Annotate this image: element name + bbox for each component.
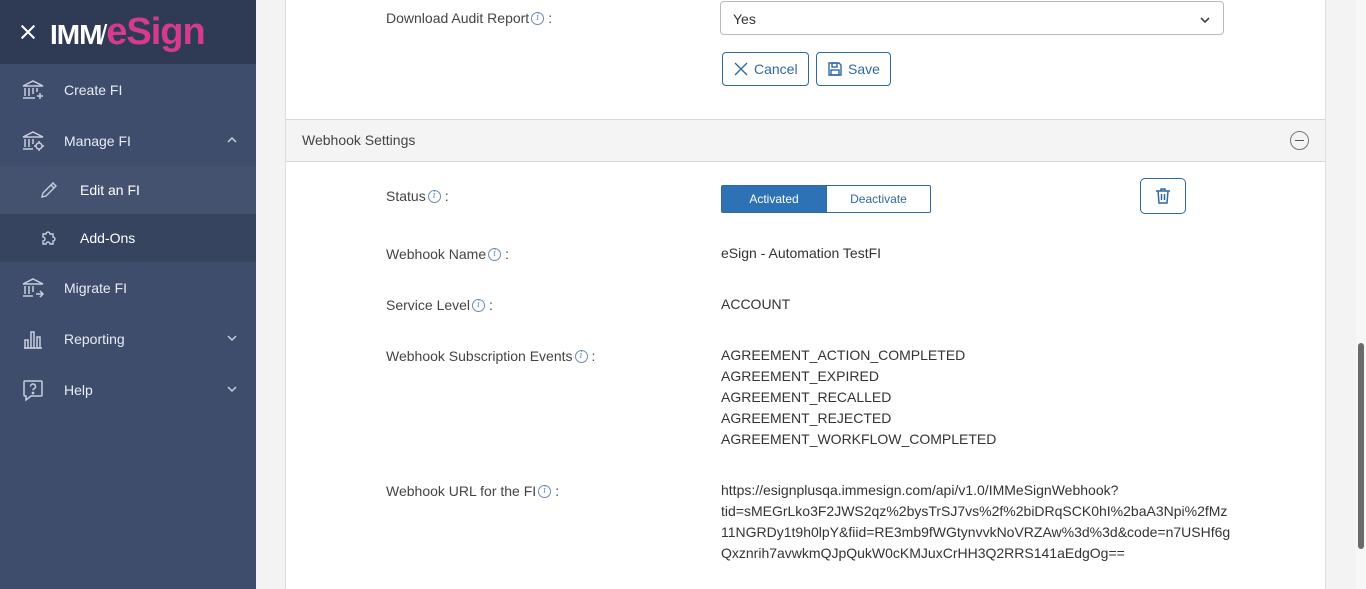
bank-gear-icon [20,128,46,154]
service-level-value: ACCOUNT [721,296,791,312]
sidebar-item-create-fi[interactable]: Create FI [0,64,256,115]
sidebar-item-manage-fi[interactable]: Manage FI [0,115,256,166]
info-icon[interactable]: i [531,11,545,25]
chevron-up-icon [226,133,238,145]
info-icon[interactable]: i [472,298,486,312]
cancel-button-label: Cancel [754,61,798,77]
label-colon: : [548,10,553,26]
collapse-minus-icon[interactable] [1290,131,1309,150]
event-item: AGREEMENT_EXPIRED [721,368,879,384]
scrollbar[interactable] [1356,0,1366,589]
subscription-events-label: Webhook Subscription Events i : [386,348,595,364]
event-item: AGREEMENT_ACTION_COMPLETED [721,347,966,363]
sidebar-item-label: Reporting [64,330,125,347]
service-level-label: Service Level i : [386,297,493,313]
info-icon[interactable]: i [538,484,552,498]
status-label-text: Status [386,188,426,204]
label-colon: : [555,483,560,499]
info-icon[interactable]: i [488,247,502,261]
url-line: 11NGRDy1t9h0lpY&fiid=RE3mb9fWGtynvvkNoVR… [721,524,1231,540]
floppy-disk-icon [828,62,842,76]
bar-chart-icon [20,326,46,352]
deactivate-button[interactable]: Deactivate [826,186,930,212]
chevron-down-icon [226,331,238,343]
label-colon: : [591,348,596,364]
audit-report-select[interactable]: Yes [720,1,1224,35]
event-item: AGREEMENT_REJECTED [721,410,892,426]
logo-imm: IMM [50,18,102,50]
sidebar-item-reporting[interactable]: Reporting [0,313,256,364]
event-item: AGREEMENT_RECALLED [721,389,892,405]
logo-slash: / [99,18,107,50]
sidebar-item-label: Manage FI [64,132,131,149]
logo-esign: eSign [106,10,205,53]
audit-report-label: Download Audit Report i : [386,10,552,26]
sidebar-subitem-edit-fi[interactable]: Edit an FI [0,166,256,214]
audit-report-selected-value: Yes [733,11,756,27]
webhook-url-label-text: Webhook URL for the FI [386,483,537,499]
bank-plus-icon [20,77,46,103]
scrollbar-thumb[interactable] [1358,343,1364,549]
chevron-down-icon [1199,13,1211,29]
sidebar-item-label: Help [64,381,93,398]
webhook-url-value: https://esignplusqa.immesign.com/api/v1.… [721,480,1230,564]
delete-webhook-button[interactable] [1140,178,1186,214]
webhook-name-label: Webhook Name i : [386,246,509,262]
webhook-name-value: eSign - Automation TestFI [721,245,882,261]
info-icon[interactable]: i [427,189,441,203]
sidebar-item-help[interactable]: Help [0,364,256,415]
event-item: AGREEMENT_WORKFLOW_COMPLETED [721,431,997,447]
chevron-down-icon [226,382,238,394]
help-bubble-icon [20,377,46,403]
url-line: tid=sMEGrLko3F2JWS2qz%2bysTrSJ7vs%2f%2bi… [721,503,1228,519]
close-icon[interactable] [18,22,38,42]
settings-card: Download Audit Report i : Yes Cancel Sav… [285,0,1326,589]
label-colon: : [505,246,510,262]
activated-button[interactable]: Activated [722,186,826,212]
webhook-url-label: Webhook URL for the FI i : [386,483,559,499]
sidebar-item-migrate-fi[interactable]: Migrate FI [0,262,256,313]
brand-bar: IMM / eSign [0,0,256,64]
info-icon[interactable]: i [574,349,588,363]
audit-report-label-text: Download Audit Report [386,10,530,26]
webhook-name-label-text: Webhook Name [386,246,487,262]
label-colon: : [444,188,449,204]
subscription-events-list: AGREEMENT_ACTION_COMPLETED AGREEMENT_EXP… [721,345,996,450]
sidebar-item-label: Add-Ons [80,230,136,246]
puzzle-icon [38,227,60,249]
bank-arrow-icon [20,275,46,301]
sidebar-subitem-add-ons[interactable]: Add-Ons [0,214,256,262]
status-toggle: Activated Deactivate [721,185,931,213]
cancel-button[interactable]: Cancel [722,52,809,86]
label-colon: : [489,297,493,313]
sidebar: IMM / eSign Create FI Manage FI Edit an … [0,0,256,589]
sidebar-item-label: Migrate FI [64,279,128,296]
main-content: Download Audit Report i : Yes Cancel Sav… [256,0,1356,589]
url-line: https://esignplusqa.immesign.com/api/v1.… [721,482,1119,498]
webhook-settings-header[interactable]: Webhook Settings [286,119,1325,162]
close-icon [734,62,748,76]
logo: IMM / eSign [50,10,206,54]
service-level-label-text: Service Level [386,297,471,313]
url-line: Qxznrih7avwkmQJpQukW0cKMJuxCrHH3Q2RRS141… [721,545,1125,561]
sidebar-item-label: Edit an FI [80,182,140,198]
pencil-icon [38,179,60,201]
save-button[interactable]: Save [816,52,891,86]
webhook-settings-title: Webhook Settings [302,132,416,148]
trash-icon [1156,188,1170,204]
status-label: Status i : [386,188,449,204]
save-button-label: Save [848,61,880,77]
sidebar-item-label: Create FI [64,81,123,98]
subscription-events-label-text: Webhook Subscription Events [386,348,573,364]
